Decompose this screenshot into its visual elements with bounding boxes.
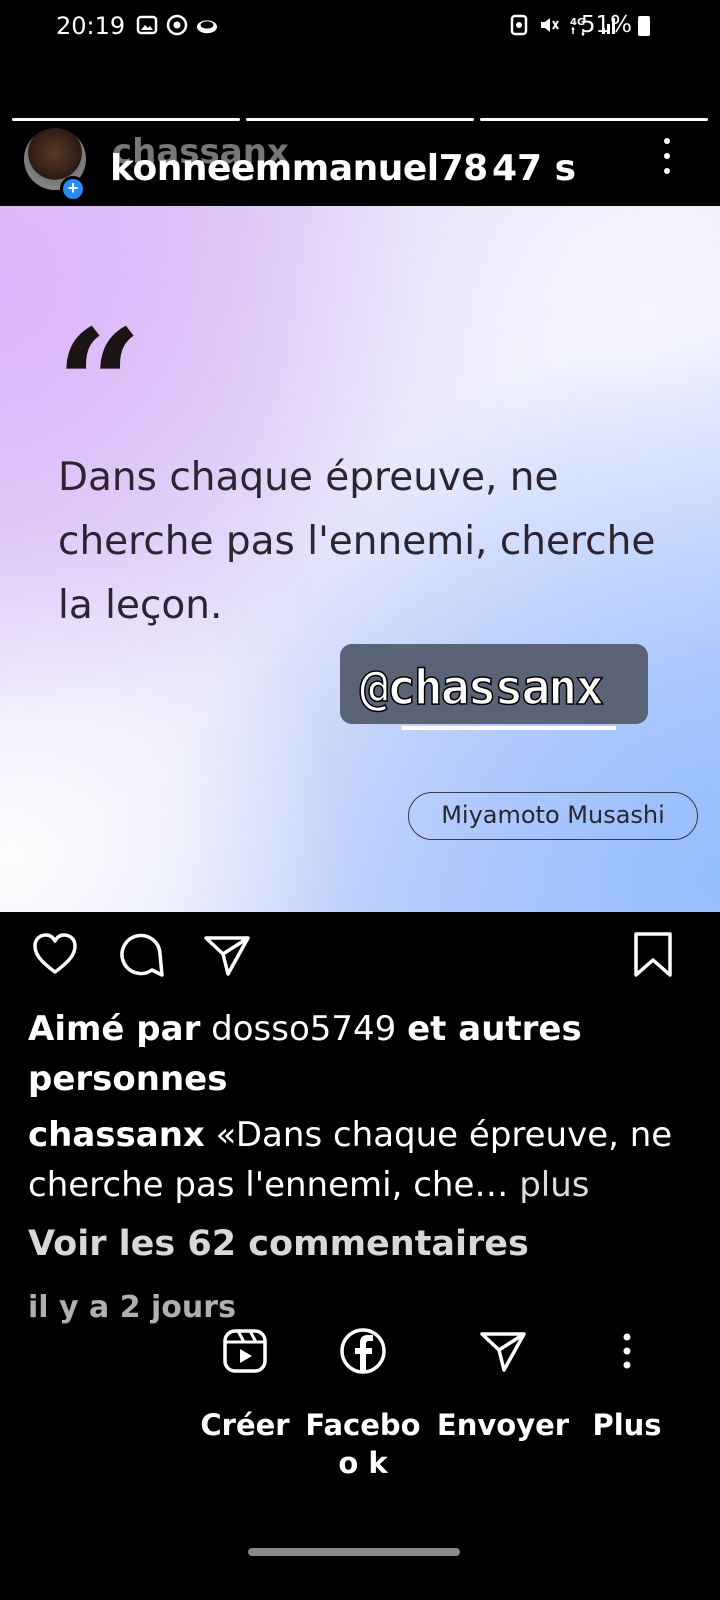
battery-icon (638, 16, 650, 36)
view-comments-link[interactable]: Voir les 62 commentaires (28, 1224, 529, 1264)
story-options-button[interactable] (660, 138, 674, 174)
status-time: 20:19 (56, 12, 126, 40)
chrome-icon (166, 14, 188, 36)
reels-icon (223, 1329, 267, 1373)
dot-icon (664, 138, 670, 144)
battery-percent: 51% (580, 12, 632, 38)
story-progress (12, 118, 708, 122)
like-button[interactable] (30, 930, 80, 980)
likes-user[interactable]: dosso5749 (211, 1009, 396, 1049)
story-progress-segment (246, 118, 474, 121)
facebook-label: Faceboo k (305, 1408, 421, 1480)
add-story-badge[interactable]: + (60, 176, 86, 202)
story-username[interactable]: konneemmanuel78 (110, 148, 488, 189)
post-caption: chassanx «Dans chaque épreuve, ne cherch… (28, 1110, 708, 1210)
status-left-icons (136, 14, 218, 36)
more-icon (623, 1333, 631, 1369)
mention-text[interactable]: @chassanx (359, 659, 605, 717)
cloud-icon (196, 20, 218, 34)
post-timestamp: il y a 2 jours (28, 1290, 236, 1325)
more-label: Plus (592, 1408, 662, 1442)
send-icon (480, 1332, 526, 1372)
heart-icon (33, 933, 77, 974)
quote-text: Dans chaque épreuve, ne cherche pas l'en… (58, 455, 656, 628)
post-actions (0, 930, 720, 986)
more-button[interactable]: Plus (552, 1326, 702, 1444)
facebook-share-button[interactable]: Faceboo k (288, 1326, 438, 1482)
data-saver-icon (510, 14, 528, 36)
share-icon (204, 936, 250, 976)
bookmark-icon (634, 932, 672, 977)
gallery-icon (136, 15, 158, 35)
comment-button[interactable] (116, 930, 166, 980)
save-button[interactable] (628, 930, 678, 980)
quote-mark-icon: “ (56, 297, 142, 473)
mention-underline (402, 726, 616, 730)
status-bar: 20:19 4G 51% (0, 0, 720, 56)
caption-more-link[interactable]: plus (519, 1165, 589, 1205)
comment-icon (120, 933, 164, 977)
dot-icon (664, 168, 670, 174)
story-elapsed-time: 47 s (492, 148, 577, 189)
mute-icon (541, 18, 559, 32)
caption-username[interactable]: chassanx (28, 1115, 205, 1155)
likes-summary[interactable]: Aimé par dosso5749 et autres personnes (28, 1004, 688, 1104)
story-progress-segment (12, 118, 240, 121)
share-button[interactable] (202, 930, 252, 980)
story-progress-segment (480, 118, 708, 121)
post-image[interactable]: “ Dans chaque épreuve, ne cherche pas l'… (0, 206, 720, 912)
quote-author: Miyamoto Musashi (408, 792, 698, 840)
facebook-icon (340, 1328, 386, 1374)
likes-prefix: Aimé par (28, 1009, 201, 1049)
dot-icon (664, 153, 670, 159)
home-indicator[interactable] (248, 1548, 460, 1556)
